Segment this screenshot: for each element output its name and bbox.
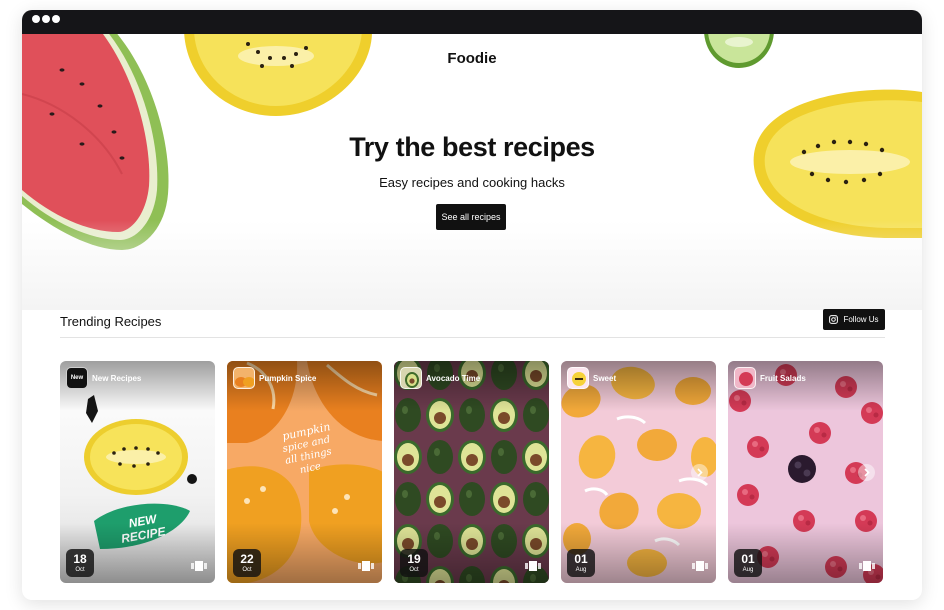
date-badge: 22 Oct	[233, 549, 261, 577]
window-dot-icon[interactable]	[32, 15, 40, 23]
hero-title: Try the best recipes	[349, 132, 595, 162]
date-badge: 19 Oct	[400, 549, 428, 577]
carousel-icon	[525, 561, 541, 571]
window-dot-icon[interactable]	[42, 15, 50, 23]
chevron-right-icon	[697, 468, 703, 477]
recipe-card[interactable]: Sweet 01 Aug	[561, 361, 716, 583]
date-month: Oct	[75, 567, 85, 573]
avocado-piece	[395, 482, 421, 516]
raspberry	[809, 422, 831, 444]
see-all-recipes-button[interactable]: See all recipes	[436, 204, 506, 230]
avocado-piece	[459, 482, 485, 516]
card-title: Avocado Time	[426, 374, 481, 383]
card-title: New Recipes	[92, 374, 142, 383]
card-avatar: New	[66, 367, 88, 389]
date-month: Aug	[575, 567, 587, 573]
carousel-icon	[191, 561, 207, 571]
avocado-piece	[458, 440, 486, 474]
date-day: 01	[574, 552, 588, 566]
avocado-piece	[523, 482, 549, 516]
card-avatar	[400, 367, 422, 389]
trending-section-title: Trending Recipes	[60, 314, 162, 329]
avocado-piece	[491, 440, 517, 474]
carousel-icon	[859, 561, 875, 571]
carousel-icon	[358, 561, 374, 571]
hero-section: Foodie Try the best recipes Easy recipes…	[22, 34, 922, 310]
avocado-piece	[426, 482, 454, 516]
card-avatar	[567, 367, 589, 389]
sweet-avatar-image	[572, 372, 586, 386]
avocado-piece	[394, 440, 422, 474]
raspberry	[747, 436, 769, 458]
window-dot-icon[interactable]	[52, 15, 60, 23]
instagram-icon	[829, 315, 839, 324]
next-slide-button[interactable]	[858, 464, 875, 481]
date-day: 22	[240, 552, 254, 566]
date-month: Oct	[409, 567, 419, 573]
date-month: Aug	[742, 567, 754, 573]
avocado-avatar-image	[405, 372, 419, 388]
recipe-card[interactable]: Avocado Time 19 Oct	[394, 361, 549, 583]
carousel-icon	[692, 561, 708, 571]
date-month: Oct	[242, 567, 252, 573]
date-day: 18	[73, 552, 87, 566]
pumpkin-avatar-image	[235, 377, 254, 387]
hero-subtitle: Easy recipes and cooking hacks	[379, 175, 565, 190]
card-title: Sweet	[593, 374, 617, 383]
recipe-card[interactable]: pumpkin spice and all things nice Pumpki…	[227, 361, 382, 583]
section-divider	[60, 337, 885, 338]
date-badge: 18 Oct	[66, 549, 94, 577]
chevron-right-icon	[864, 468, 870, 477]
card-avatar	[233, 367, 255, 389]
window-titlebar	[22, 10, 922, 34]
blackberry	[788, 455, 816, 483]
date-badge: 01 Aug	[734, 549, 762, 577]
golden-kiwi-top-image	[184, 34, 372, 116]
card-avatar	[734, 367, 756, 389]
next-slide-button[interactable]	[691, 464, 708, 481]
recipe-card[interactable]: Fruit Salads 01 Aug	[728, 361, 883, 583]
avocado-piece	[490, 482, 518, 516]
date-day: 01	[741, 552, 755, 566]
recipe-card[interactable]: NEW RECIPE New New Recipes 18 Oct	[60, 361, 215, 583]
card-title: Fruit Salads	[760, 374, 806, 383]
follow-us-label: Follow Us	[843, 315, 879, 324]
raspberry-avatar-image	[739, 372, 753, 386]
raspberry	[737, 484, 759, 506]
date-badge: 01 Aug	[567, 549, 595, 577]
date-day: 19	[407, 552, 421, 566]
browser-window: Foodie Try the best recipes Easy recipes…	[22, 10, 922, 600]
avocado-piece	[427, 440, 453, 474]
card-title: Pumpkin Spice	[259, 374, 317, 383]
golden-kiwi-right-image	[753, 89, 922, 238]
site-logo[interactable]: Foodie	[22, 50, 922, 67]
follow-us-button[interactable]: Follow Us	[823, 309, 885, 330]
hero-fade	[22, 220, 922, 310]
avocado-piece	[522, 440, 549, 474]
